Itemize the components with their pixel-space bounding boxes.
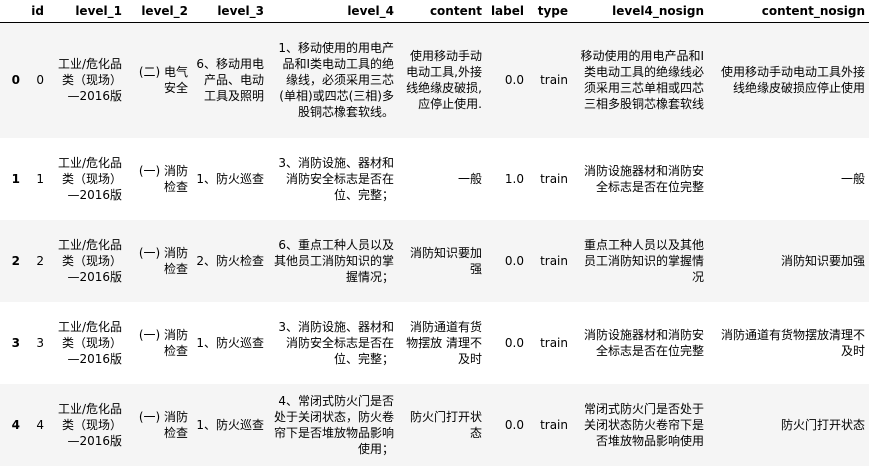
header-content-nosign: content_nosign bbox=[708, 0, 869, 23]
row-index: 3 bbox=[11, 335, 20, 350]
cell-level-3: 1、防火巡查 bbox=[196, 335, 264, 350]
header-id: id bbox=[24, 0, 48, 23]
row-index: 2 bbox=[11, 253, 20, 268]
cell-id: 2 bbox=[36, 253, 44, 268]
cell-content-nosign: 消防通道有货物摆放清理不及时 bbox=[720, 327, 865, 358]
cell-level-2: (一) 消防检查 bbox=[138, 327, 188, 358]
row-index: 1 bbox=[11, 171, 20, 186]
cell-type: train bbox=[540, 335, 568, 350]
cell-level-3: 6、移动用电产品、电动工具及照明 bbox=[196, 57, 264, 104]
cell-level-4: 6、重点工种人员以及其他员工消防知识的掌握情况； bbox=[273, 237, 394, 284]
header-row: id level_1 level_2 level_3 level_4 conte… bbox=[0, 0, 869, 23]
cell-content-nosign: 防火门打开状态 bbox=[780, 417, 865, 432]
cell-label: 0.0 bbox=[504, 73, 524, 88]
row-index: 4 bbox=[11, 417, 20, 432]
cell-level-1: 工业/危化品类（现场）—2016版 bbox=[57, 401, 122, 448]
cell-label: 0.0 bbox=[504, 253, 524, 268]
dataframe-table: id level_1 level_2 level_3 level_4 conte… bbox=[0, 0, 869, 466]
cell-id: 3 bbox=[36, 335, 44, 350]
cell-level4-nosign: 常闭式防火门是否处于关闭状态防火卷帘下是否堆放物品影响使用 bbox=[583, 401, 704, 448]
cell-level-1: 工业/危化品类（现场）—2016版 bbox=[57, 237, 122, 284]
cell-content: 使用移动手动电动工具,外接线绝缘皮破损,应停止使用. bbox=[406, 49, 482, 112]
cell-content-nosign: 消防知识要加强 bbox=[780, 253, 865, 268]
table-row: 4 4 工业/危化品类（现场）—2016版 (一) 消防检查 1、防火巡查 4、… bbox=[0, 383, 869, 466]
cell-level4-nosign: 移动使用的用电产品和I类电动工具的绝缘线必须采用三芯单相或四芯三相多股铜芯橡套软… bbox=[580, 49, 704, 112]
cell-type: train bbox=[540, 417, 568, 432]
cell-label: 0.0 bbox=[504, 417, 524, 432]
cell-type: train bbox=[540, 73, 568, 88]
cell-content: 一般 bbox=[457, 171, 482, 186]
header-type: type bbox=[528, 0, 572, 23]
cell-level-2: (一) 消防检查 bbox=[138, 409, 188, 440]
table-row: 3 3 工业/危化品类（现场）—2016版 (一) 消防检查 1、防火巡查 3、… bbox=[0, 301, 869, 384]
cell-id: 4 bbox=[36, 417, 44, 432]
cell-content: 防火门打开状态 bbox=[409, 409, 482, 440]
cell-level-1: 工业/危化品类（现场）—2016版 bbox=[57, 155, 122, 202]
cell-level4-nosign: 消防设施器材和消防安全标志是否在位完整 bbox=[583, 163, 704, 194]
cell-level-1: 工业/危化品类（现场）—2016版 bbox=[57, 57, 122, 104]
cell-level-4: 3、消防设施、器材和消防安全标志是否在位、完整； bbox=[278, 319, 394, 366]
cell-level-4: 3、消防设施、器材和消防安全标志是否在位、完整； bbox=[278, 155, 394, 202]
header-content: content bbox=[398, 0, 486, 23]
cell-level4-nosign: 重点工种人员以及其他员工消防知识的掌握情况 bbox=[583, 237, 704, 284]
cell-level-2: (一) 消防检查 bbox=[138, 163, 188, 194]
table-row: 0 0 工业/危化品类（现场）—2016版 (二) 电气安全 6、移动用电产品、… bbox=[0, 22, 869, 138]
header-level-3: level_3 bbox=[192, 0, 268, 23]
cell-id: 0 bbox=[36, 73, 44, 88]
table-row: 1 1 工业/危化品类（现场）—2016版 (一) 消防检查 1、防火巡查 3、… bbox=[0, 137, 869, 220]
table-row: 2 2 工业/危化品类（现场）—2016版 (一) 消防检查 2、防火检查 6、… bbox=[0, 219, 869, 302]
cell-content-nosign: 一般 bbox=[840, 171, 865, 186]
cell-level-4: 1、移动使用的用电产品和I类电动工具的绝缘线，必须采用三芯(单相)或四芯(三相)… bbox=[278, 41, 394, 120]
cell-level-1: 工业/危化品类（现场）—2016版 bbox=[57, 319, 122, 366]
cell-level-4: 4、常闭式防火门是否处于关闭状态，防火卷帘下是否堆放物品影响使用； bbox=[273, 393, 394, 456]
header-level-1: level_1 bbox=[48, 0, 126, 23]
cell-level-3: 2、防火检查 bbox=[196, 253, 264, 268]
cell-type: train bbox=[540, 253, 568, 268]
header-label: label bbox=[486, 0, 528, 23]
header-level4-nosign: level4_nosign bbox=[572, 0, 708, 23]
cell-level-2: (一) 消防检查 bbox=[138, 245, 188, 276]
header-level-4: level_4 bbox=[268, 0, 398, 23]
cell-level-2: (二) 电气安全 bbox=[138, 65, 188, 96]
header-level-2: level_2 bbox=[126, 0, 192, 23]
cell-content: 消防知识要加强 bbox=[409, 245, 482, 276]
header-index bbox=[0, 0, 24, 23]
cell-label: 0.0 bbox=[504, 335, 524, 350]
cell-content-nosign: 使用移动手动电动工具外接线绝缘皮破损应停止使用 bbox=[720, 65, 865, 96]
cell-level-3: 1、防火巡查 bbox=[196, 171, 264, 186]
cell-level4-nosign: 消防设施器材和消防安全标志是否在位完整 bbox=[583, 327, 704, 358]
cell-level-3: 1、防火巡查 bbox=[196, 417, 264, 432]
cell-type: train bbox=[540, 171, 568, 186]
cell-label: 1.0 bbox=[504, 171, 524, 186]
row-index: 0 bbox=[11, 73, 20, 88]
cell-id: 1 bbox=[36, 171, 44, 186]
cell-content: 消防通道有货物摆放 清理不及时 bbox=[406, 319, 482, 366]
